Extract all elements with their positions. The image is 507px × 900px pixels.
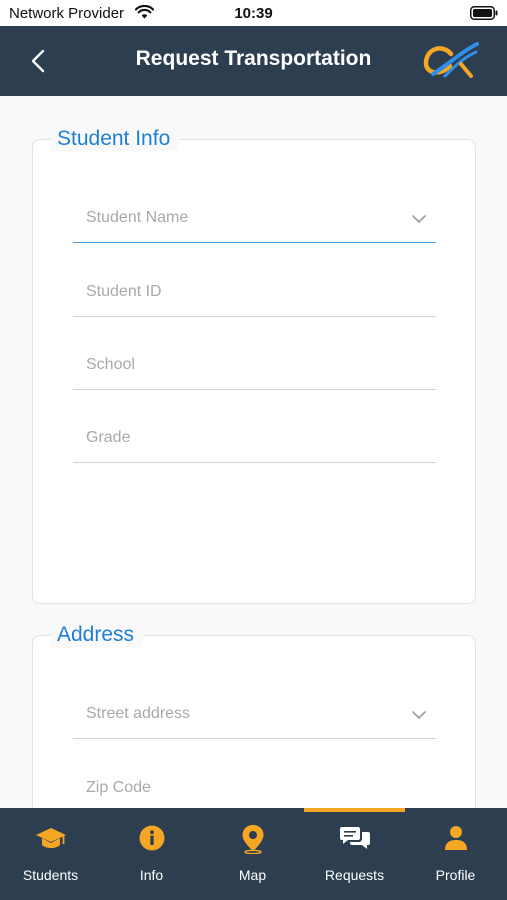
grade-field[interactable]: Grade bbox=[73, 419, 436, 463]
tab-profile[interactable]: Profile bbox=[405, 808, 506, 900]
clock: 10:39 bbox=[234, 5, 273, 22]
battery-icon bbox=[470, 6, 498, 20]
zip-code-placeholder: Zip Code bbox=[86, 779, 151, 796]
tab-requests-label: Requests bbox=[324, 867, 385, 883]
app-logo bbox=[423, 42, 479, 78]
bottom-tab-bar: Students Info Map Requests Profile bbox=[0, 808, 507, 900]
map-pin-icon bbox=[242, 825, 264, 854]
tab-info[interactable]: Info bbox=[101, 808, 202, 900]
info-icon bbox=[139, 825, 165, 851]
address-legend: Address bbox=[51, 623, 144, 647]
tab-map[interactable]: Map bbox=[202, 808, 303, 900]
tab-map-label: Map bbox=[238, 867, 267, 883]
student-id-field[interactable]: Student ID bbox=[73, 273, 436, 317]
chevron-down-icon bbox=[412, 711, 426, 720]
student-name-dropdown[interactable]: Student Name bbox=[73, 199, 436, 243]
person-icon bbox=[445, 826, 467, 850]
tab-students-label: Students bbox=[22, 867, 79, 883]
request-form: Student Info Student Name Student ID Sch… bbox=[0, 96, 507, 808]
student-id-placeholder: Student ID bbox=[86, 283, 162, 300]
street-address-placeholder: Street address bbox=[86, 705, 191, 722]
tab-requests[interactable]: Requests bbox=[304, 808, 405, 900]
student-info-card: Student Info Student Name Student ID Sch… bbox=[32, 127, 476, 604]
student-name-placeholder: Student Name bbox=[86, 209, 189, 226]
tab-info-label: Info bbox=[139, 867, 164, 883]
graduation-cap-icon bbox=[36, 828, 66, 848]
status-bar: Network Provider 10:39 bbox=[0, 0, 507, 26]
address-card: Address Street address Zip Code bbox=[32, 623, 476, 808]
grade-placeholder: Grade bbox=[86, 429, 131, 446]
school-placeholder: School bbox=[86, 356, 135, 373]
tab-students[interactable]: Students bbox=[0, 808, 101, 900]
tab-profile-label: Profile bbox=[435, 867, 476, 883]
school-field[interactable]: School bbox=[73, 346, 436, 390]
zip-code-field[interactable]: Zip Code bbox=[73, 769, 436, 808]
app-header: Request Transportation bbox=[0, 26, 507, 96]
chevron-down-icon bbox=[412, 215, 426, 224]
street-address-dropdown[interactable]: Street address bbox=[73, 695, 436, 739]
student-info-legend: Student Info bbox=[51, 127, 180, 151]
chat-bubbles-icon bbox=[340, 827, 370, 849]
